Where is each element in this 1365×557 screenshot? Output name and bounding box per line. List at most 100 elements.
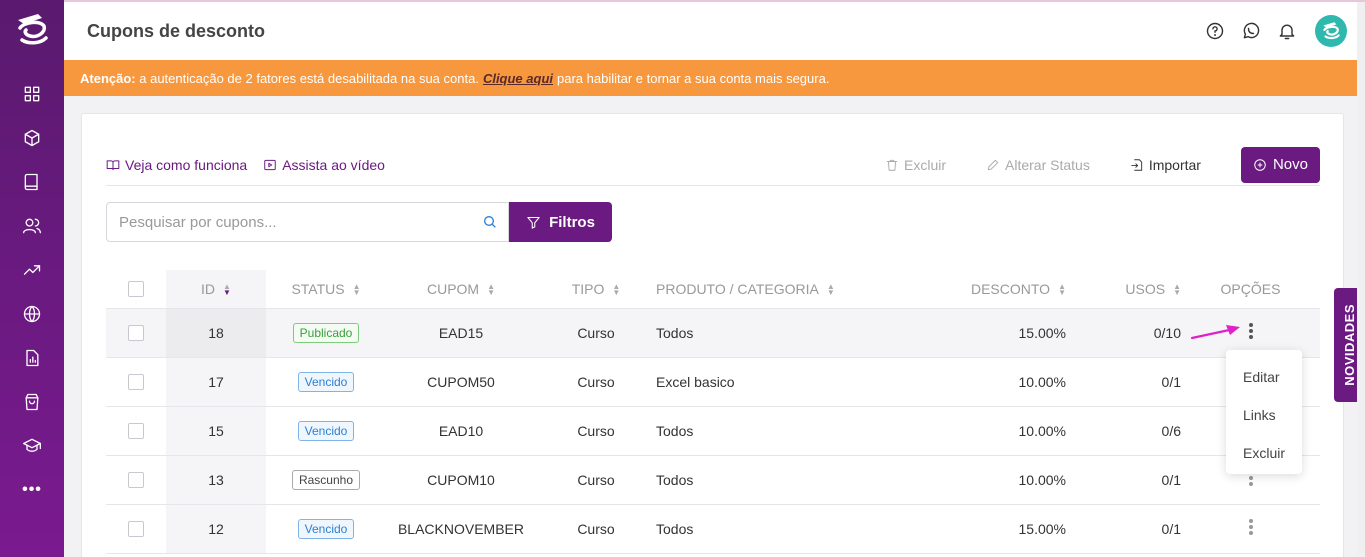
header-status[interactable]: STATUS ▲ ▼ — [266, 270, 386, 309]
menu-item-edit[interactable]: Editar — [1226, 358, 1302, 396]
header-type[interactable]: TIPO ▲ ▼ — [536, 270, 656, 309]
row-product: Excel basico — [656, 357, 896, 407]
sidebar-item-academy[interactable] — [0, 424, 64, 468]
notifications-button[interactable] — [1269, 13, 1305, 49]
header-product[interactable]: PRODUTO / CATEGORIA ▲ ▼ — [656, 270, 896, 309]
logo-icon — [18, 14, 48, 45]
page-title: Cupons de desconto — [87, 20, 266, 41]
row-checkbox[interactable] — [128, 521, 144, 538]
header-coupon[interactable]: CUPOM ▲ ▼ — [386, 270, 536, 309]
status-badge: Vencido — [297, 518, 355, 539]
table-row[interactable]: 12 Vencido BLACKNOVEMBER Curso Todos 15.… — [106, 504, 1320, 554]
header-discount[interactable]: DESCONTO ▲ ▼ — [896, 270, 1066, 309]
pencil-icon — [987, 159, 999, 170]
sort-icon: ▲ ▼ — [487, 282, 496, 298]
import-icon — [1131, 158, 1142, 171]
sidebar-item-products[interactable] — [0, 116, 64, 160]
row-coupon: CUPOM50 — [386, 357, 536, 407]
row-product: Todos — [656, 455, 896, 505]
row-id: 17 — [166, 357, 266, 407]
header-uses[interactable]: USOS ▲ ▼ — [1066, 270, 1181, 309]
shopping-bag-icon — [25, 393, 39, 411]
import-label: Importar — [1148, 156, 1201, 173]
search-input[interactable] — [107, 213, 467, 231]
book-icon — [24, 173, 38, 191]
row-options-menu: Editar Links Excluir — [1226, 350, 1302, 474]
sidebar-item-more[interactable]: ••• — [0, 468, 64, 512]
report-icon — [26, 349, 39, 367]
search-box — [106, 202, 509, 242]
whatsapp-icon — [1243, 22, 1260, 39]
search-icon[interactable] — [482, 214, 498, 230]
row-id: 15 — [166, 406, 266, 456]
brand-logo[interactable] — [0, 0, 64, 60]
header-options: OPÇÕES — [1181, 270, 1320, 309]
row-options-icon[interactable] — [1246, 321, 1256, 341]
row-discount: 10.00% — [896, 357, 1066, 407]
sidebar-item-store[interactable] — [0, 380, 64, 424]
row-checkbox[interactable] — [128, 325, 144, 342]
new-coupon-label: Novo — [1272, 156, 1308, 173]
row-checkbox[interactable] — [128, 423, 144, 440]
table-row[interactable]: 18 Publicado EAD15 Curso Todos 15.00% 0/… — [106, 308, 1320, 358]
row-type: Curso — [536, 406, 656, 456]
filter-label: Filtros — [549, 213, 595, 231]
sort-icon: ▲ ▼ — [352, 282, 361, 298]
row-type: Curso — [536, 308, 656, 358]
table-row[interactable]: 15 Vencido EAD10 Curso Todos 10.00% 0/6 — [106, 406, 1320, 456]
help-icon — [1206, 22, 1224, 40]
table-row[interactable]: 17 Vencido CUPOM50 Curso Excel basico 10… — [106, 357, 1320, 407]
sidebar-item-users[interactable] — [0, 204, 64, 248]
more-icon: ••• — [22, 481, 42, 498]
open-book-icon — [106, 159, 120, 170]
select-all-checkbox[interactable] — [128, 281, 144, 298]
row-options-icon[interactable] — [1246, 517, 1256, 537]
coupons-table: ID ▲ ▼ STATUS ▲ ▼ CUPOM ▲ ▼ TIPO ▲ ▼ PRODUTO / C… — [106, 270, 1320, 554]
row-uses: 0/6 — [1066, 406, 1181, 456]
row-checkbox[interactable] — [128, 472, 144, 489]
table-header: ID ▲ ▼ STATUS ▲ ▼ CUPOM ▲ ▼ TIPO ▲ ▼ PRODUTO / C… — [106, 270, 1320, 309]
sort-icon: ▲ ▼ — [826, 282, 835, 298]
filter-button[interactable]: Filtros — [509, 202, 612, 242]
sidebar-item-sales[interactable] — [0, 248, 64, 292]
row-discount: 15.00% — [896, 308, 1066, 358]
new-coupon-button[interactable]: Novo — [1240, 146, 1320, 183]
row-checkbox[interactable] — [128, 374, 144, 391]
sidebar-item-site[interactable] — [0, 292, 64, 336]
sidebar-item-courses[interactable] — [0, 160, 64, 204]
change-status-button[interactable]: Alterar Status — [986, 157, 1090, 173]
sort-icon: ▲ ▼ — [1058, 282, 1066, 298]
status-badge: Publicado — [292, 322, 360, 343]
toolbar: Veja como funciona Assista ao vídeo Excl… — [106, 144, 1320, 186]
menu-item-delete[interactable]: Excluir — [1226, 434, 1302, 472]
status-badge: Vencido — [297, 371, 355, 392]
row-uses: 0/1 — [1066, 357, 1181, 407]
sidebar-item-dashboard[interactable] — [0, 72, 64, 116]
menu-item-links[interactable]: Links — [1226, 396, 1302, 434]
header-id[interactable]: ID ▲ ▼ — [166, 270, 266, 309]
help-button[interactable] — [1197, 13, 1233, 49]
how-it-works-link[interactable]: Veja como funciona — [106, 157, 247, 173]
header-discount-label: DESCONTO — [970, 280, 1051, 297]
row-coupon: EAD10 — [386, 406, 536, 456]
header-coupon-label: CUPOM — [426, 280, 480, 297]
novidades-label: NOVIDADES — [1342, 304, 1357, 386]
page-scrollbar[interactable] — [1357, 2, 1365, 557]
row-discount: 10.00% — [896, 455, 1066, 505]
alert-link[interactable]: Clique aqui — [483, 71, 553, 86]
delete-button[interactable]: Excluir — [885, 157, 946, 173]
alert-text-after: para habilitar e tornar a sua conta mais… — [557, 70, 830, 86]
whatsapp-button[interactable] — [1233, 13, 1269, 49]
row-uses: 0/10 — [1066, 308, 1181, 358]
sort-icon: ▲ ▼ — [223, 282, 231, 298]
table-row[interactable]: 13 Rascunho CUPOM10 Curso Todos 10.00% 0… — [106, 455, 1320, 505]
row-coupon: BLACKNOVEMBER — [386, 504, 536, 554]
row-type: Curso — [536, 455, 656, 505]
sidebar-item-reports[interactable] — [0, 336, 64, 380]
avatar[interactable] — [1315, 15, 1347, 47]
watch-video-link[interactable]: Assista ao vídeo — [263, 157, 385, 173]
topbar: Cupons de desconto — [64, 0, 1365, 60]
import-button[interactable]: Importar — [1130, 157, 1201, 173]
header-uses-label: USOS — [1125, 280, 1166, 297]
pointer-arrow-icon — [1190, 325, 1240, 340]
